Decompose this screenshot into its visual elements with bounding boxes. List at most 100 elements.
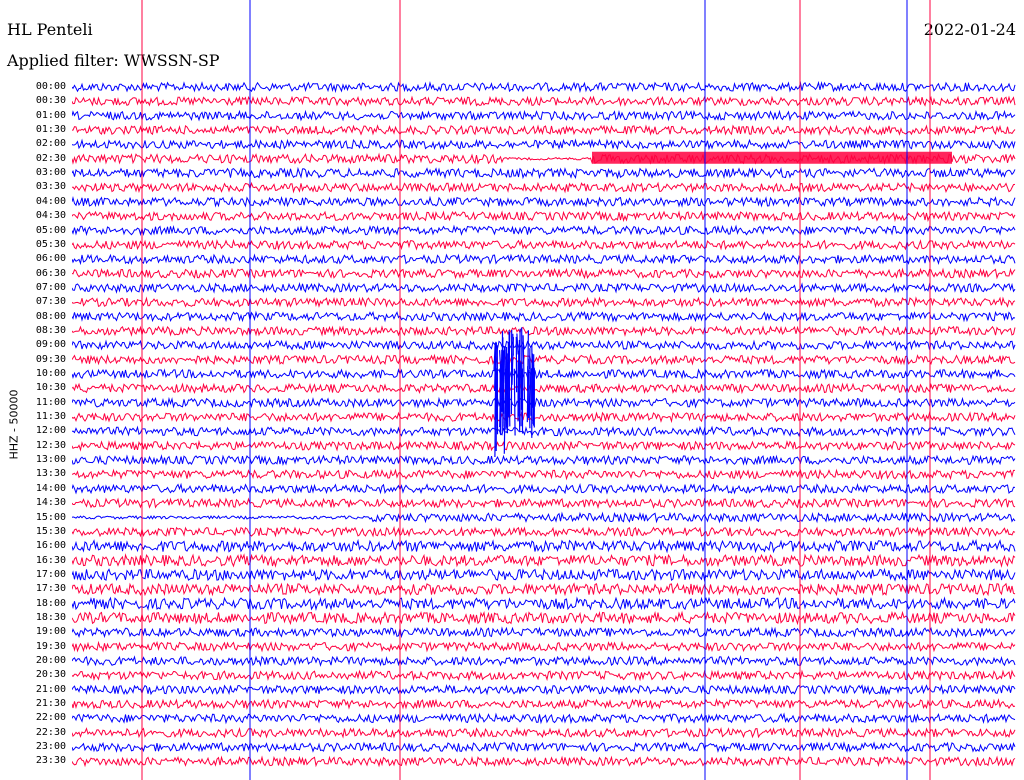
time-label: 20:30	[35, 669, 66, 681]
time-label: 19:30	[35, 640, 66, 652]
time-label: 06:30	[35, 267, 66, 279]
trace-line	[72, 482, 1016, 495]
trace-line	[72, 267, 1016, 280]
trace-line	[72, 339, 1016, 352]
trace-line	[72, 195, 1016, 208]
trace-line	[72, 411, 1016, 424]
trace-line	[72, 525, 1016, 538]
trace-line	[72, 582, 1016, 597]
time-label: 02:30	[35, 152, 66, 164]
time-label: 16:30	[35, 554, 66, 566]
trace-line	[72, 124, 1016, 137]
trace-line	[72, 683, 1016, 696]
trace-line	[72, 353, 1016, 366]
trace-line	[72, 296, 1016, 309]
time-label: 04:00	[35, 195, 66, 207]
time-label: 21:00	[35, 683, 66, 695]
trace-line	[72, 425, 1016, 438]
trace-line	[72, 567, 1016, 582]
trace-line	[72, 396, 1016, 409]
trace-line	[72, 224, 1016, 237]
time-label: 16:00	[35, 540, 66, 552]
time-label: 18:30	[35, 611, 66, 623]
trace-line	[72, 166, 1016, 180]
trace-line	[72, 454, 1016, 466]
time-label: 15:00	[35, 511, 66, 523]
trace-line	[72, 741, 1016, 753]
time-label: 00:00	[35, 81, 66, 92]
event-signal	[513, 368, 516, 436]
trace-line	[72, 439, 1016, 452]
time-label: 17:30	[35, 583, 66, 595]
time-label: 01:00	[35, 109, 66, 121]
time-label: 03:30	[35, 181, 66, 193]
time-label: 09:30	[35, 353, 66, 365]
time-label: 21:30	[35, 698, 66, 710]
time-label: 04:30	[35, 210, 66, 222]
time-label: 00:30	[35, 95, 66, 107]
time-label: 07:00	[35, 281, 66, 293]
time-label: 12:00	[35, 425, 66, 437]
trace-line	[72, 382, 1016, 395]
trace-line	[72, 698, 1016, 710]
trace-line	[72, 726, 1016, 739]
time-label: 09:00	[35, 339, 66, 351]
time-label: 07:30	[35, 296, 66, 308]
time-label: 22:00	[35, 712, 66, 724]
trace-line	[72, 253, 1016, 266]
event-signal	[503, 368, 507, 454]
trace-line	[72, 80, 1016, 94]
trace-line	[72, 109, 1016, 122]
time-label: 08:30	[35, 324, 66, 336]
time-label: 13:00	[35, 454, 66, 466]
trace-line	[72, 497, 1016, 510]
event-signal	[502, 360, 505, 414]
trace-line	[72, 181, 1016, 194]
trace-line	[72, 640, 1016, 653]
seismogram-plot	[72, 0, 1016, 780]
time-label: 15:30	[35, 525, 66, 537]
time-label: 18:00	[35, 597, 66, 609]
trace-line	[72, 282, 1016, 294]
trace-line	[72, 468, 1015, 481]
time-label: 17:00	[35, 568, 66, 580]
trace-line	[72, 553, 1016, 568]
time-label: 19:00	[35, 626, 66, 638]
trace-line	[72, 368, 1016, 380]
time-label: 01:30	[35, 124, 66, 136]
time-label: 06:00	[35, 253, 66, 265]
time-label: 23:00	[35, 741, 66, 753]
time-label: 14:00	[35, 482, 66, 494]
time-label: 14:30	[35, 497, 66, 509]
trace-line	[72, 626, 1016, 639]
event-signal	[531, 353, 534, 408]
time-label: 20:00	[35, 655, 66, 666]
trace-line	[72, 325, 1016, 337]
trace-burst	[592, 151, 952, 164]
time-label: 22:30	[35, 726, 66, 738]
trace-line	[72, 538, 1016, 554]
time-label: 03:00	[35, 167, 66, 179]
time-label: 08:00	[35, 310, 66, 322]
trace-line	[72, 511, 1016, 524]
trace-line	[72, 95, 1016, 107]
time-label: 10:00	[35, 368, 66, 379]
time-label: 05:30	[35, 238, 66, 250]
trace-line	[72, 210, 1016, 223]
time-label: 11:30	[35, 411, 66, 423]
time-label: 13:30	[35, 468, 66, 480]
trace-line	[72, 755, 1016, 768]
trace-line	[72, 610, 1016, 626]
time-label: 11:00	[35, 396, 66, 408]
time-label: 10:30	[35, 382, 66, 394]
time-label: 02:00	[35, 138, 66, 150]
event-signal	[516, 333, 519, 355]
trace-line	[72, 310, 1016, 323]
time-axis: 00:00 00:30 01:00 01:30 02:00 02:30 03:00 03:30…	[0, 0, 66, 780]
trace-line	[72, 655, 1016, 667]
trace-line	[72, 712, 1016, 725]
time-label: 23:30	[35, 755, 66, 767]
trace-line	[72, 596, 1016, 611]
trace-line	[72, 138, 1016, 151]
trace-line	[72, 669, 1016, 682]
